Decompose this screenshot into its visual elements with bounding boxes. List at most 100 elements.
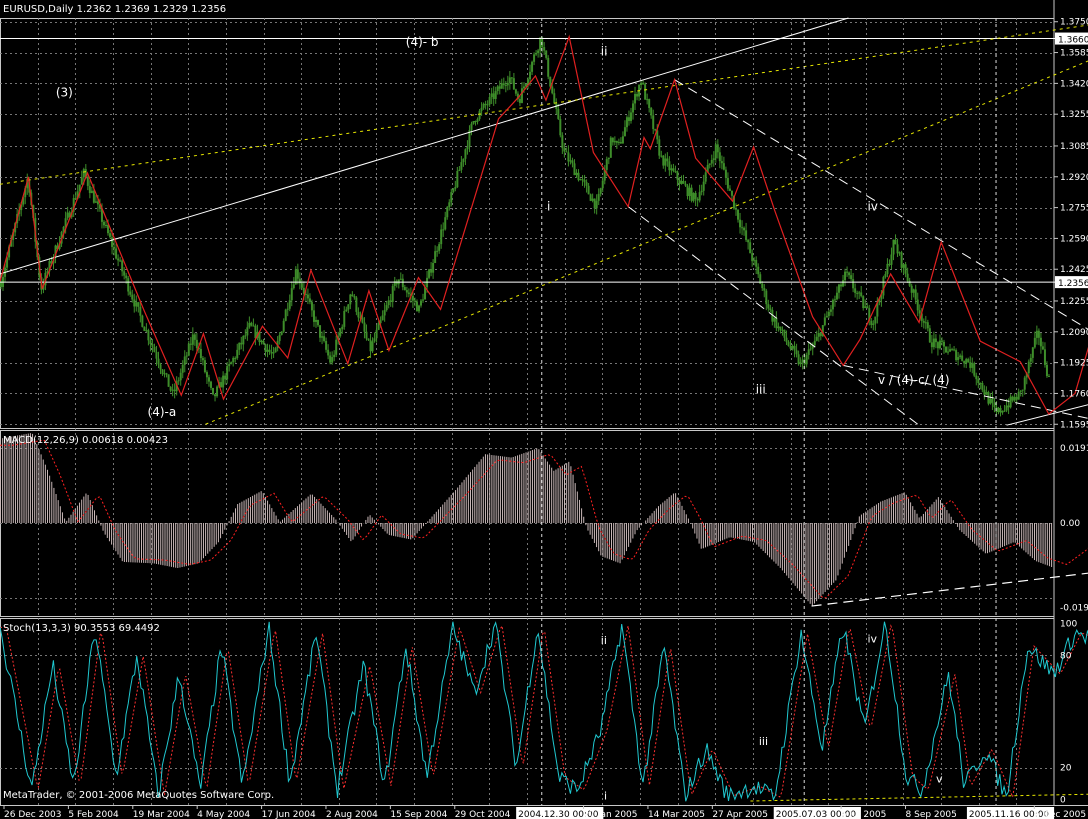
candle-body — [573, 163, 576, 176]
candle-body — [399, 278, 402, 280]
candle-body — [587, 185, 590, 195]
candle-body — [866, 306, 869, 309]
candle-body — [779, 326, 782, 331]
candle-body — [906, 273, 909, 281]
candle-body — [278, 334, 281, 341]
candle-body — [753, 260, 756, 262]
price-tick-label: 1.3420 — [1060, 79, 1088, 89]
candle-body — [793, 345, 796, 351]
candle-body — [222, 375, 225, 388]
candle-body — [284, 309, 287, 321]
candle-body — [854, 288, 857, 293]
candle-body — [785, 337, 788, 342]
candle-body — [179, 372, 182, 381]
candle-body — [145, 330, 148, 332]
candle-body — [918, 310, 921, 314]
candle-body — [355, 297, 358, 312]
candle-body — [910, 285, 913, 293]
candle-body — [407, 292, 410, 295]
candle-body — [823, 317, 826, 326]
price-tick-label: 1.1925 — [1060, 359, 1088, 369]
candle-body — [700, 190, 703, 193]
candle-body — [191, 334, 194, 345]
wave-label: iv — [867, 199, 877, 213]
candle-body — [373, 338, 376, 342]
candle-body — [977, 379, 980, 383]
macd-signal-line — [0, 439, 1088, 599]
candle-body — [96, 201, 99, 205]
candle-body — [593, 198, 596, 209]
candle-body — [428, 269, 431, 278]
candle-body — [80, 177, 83, 185]
candle-body — [363, 322, 366, 332]
candle-body — [961, 355, 964, 361]
candle-body — [135, 302, 138, 307]
candle-body — [272, 352, 275, 354]
stoch-divergence-line — [750, 793, 1088, 802]
candle-body — [827, 311, 830, 316]
candle-body — [658, 139, 661, 156]
candle-body — [745, 230, 748, 241]
candle-body — [207, 377, 210, 382]
candle-body — [577, 172, 580, 181]
candle-body — [545, 50, 548, 58]
candle-body — [274, 348, 277, 353]
candle-body — [109, 233, 112, 238]
pane-frames — [0, 0, 1088, 806]
candle-body — [894, 239, 897, 245]
candle-body — [117, 258, 120, 261]
candle-body — [1033, 337, 1036, 348]
candle-body — [835, 292, 838, 300]
candle-body — [902, 264, 905, 268]
price-tick-label: 1.2755 — [1060, 204, 1088, 214]
wave-label: (3) — [56, 85, 73, 99]
candle-body — [518, 99, 521, 103]
candle-body — [193, 334, 196, 340]
candle-body — [254, 325, 257, 339]
candle-body — [157, 358, 160, 365]
candle-body — [153, 346, 156, 352]
candle-body — [220, 382, 223, 388]
candle-body — [514, 89, 517, 94]
candle-body — [749, 242, 752, 254]
candle-body — [411, 295, 414, 301]
candle-body — [664, 158, 667, 166]
candle-body — [476, 119, 479, 122]
candle-body — [890, 254, 893, 265]
candle-body — [391, 286, 394, 302]
candle-body — [773, 317, 776, 322]
candle-body — [896, 244, 899, 254]
macd-histogram — [0, 433, 1053, 606]
candle-body — [557, 108, 560, 119]
candle-body — [458, 169, 461, 171]
symbol-header: EURUSD,Daily 1.2362 1.2369 1.2329 1.2356 — [3, 4, 226, 15]
candle-body — [775, 317, 778, 329]
candle-body — [133, 299, 136, 307]
candle-body — [466, 146, 469, 150]
candle-body — [177, 380, 180, 382]
candle-body — [199, 348, 202, 359]
candle-body — [872, 323, 875, 325]
wave-label: iii — [756, 382, 766, 396]
candle-body — [403, 287, 406, 291]
candle-body — [583, 179, 586, 183]
candle-body — [353, 296, 356, 298]
candle-body — [747, 240, 750, 243]
candle-body — [189, 343, 192, 345]
candle-body — [888, 263, 891, 265]
candle-body — [1035, 330, 1038, 338]
candle-body — [805, 354, 808, 365]
candle-body — [500, 83, 503, 89]
candle-body — [488, 97, 491, 105]
candle-body — [512, 78, 515, 90]
channel-line — [0, 17, 849, 275]
candle-body — [609, 137, 612, 158]
candle-body — [210, 381, 212, 388]
candle-body — [644, 84, 647, 100]
candle-body — [531, 61, 534, 72]
candle-body — [129, 291, 132, 295]
candle-body — [571, 160, 574, 164]
time-label: 27 Jan 2005 — [584, 810, 638, 819]
candle-body — [121, 260, 124, 272]
price-tick-label: 1.1760 — [1060, 389, 1088, 399]
